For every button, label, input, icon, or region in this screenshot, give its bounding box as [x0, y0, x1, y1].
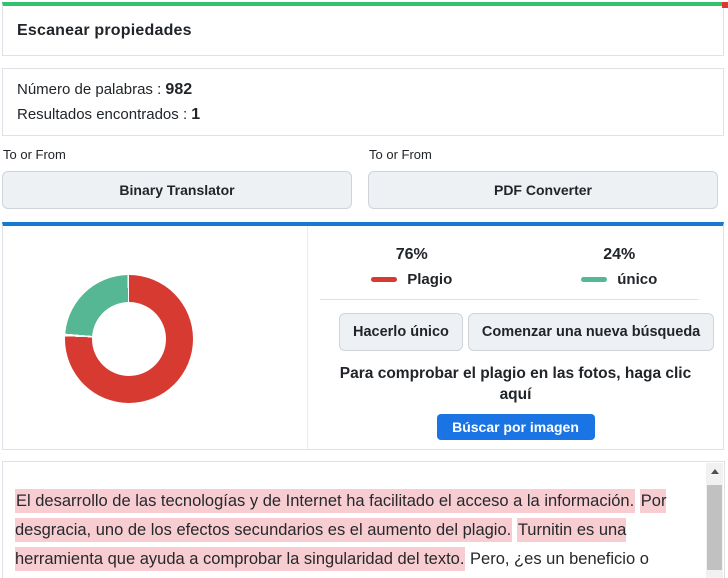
- plagiarism-percentage: 76%: [395, 246, 428, 263]
- word-count-label: Número de palabras :: [17, 81, 162, 98]
- plagiarism-results-card: 76% Plagio 24% único Hacerlo único Comen…: [2, 222, 724, 450]
- word-count-line: Número de palabras : 982: [17, 77, 709, 102]
- results-found-line: Resultados encontrados : 1: [17, 102, 709, 127]
- highlighted-sentence: El desarrollo de las tecnologías y de In…: [15, 489, 636, 513]
- scroll-up-button[interactable]: [706, 463, 723, 480]
- donut-hole: [92, 302, 166, 376]
- chart-panel: [3, 226, 308, 449]
- to-or-from-label: To or From: [3, 147, 66, 162]
- plagiarism-color-dash-icon: [371, 277, 398, 282]
- results-found-value: 1: [191, 106, 201, 123]
- binary-translator-button[interactable]: Binary Translator: [2, 171, 352, 209]
- text-box-scrollbar[interactable]: [706, 463, 723, 578]
- search-by-image-button[interactable]: Búscar por imagen: [436, 414, 595, 440]
- converter-column-pdf: To or From PDF Converter: [368, 147, 718, 209]
- donut-chart: [65, 275, 193, 403]
- scanned-text-box[interactable]: El desarrollo de las tecnologías y de In…: [2, 461, 725, 578]
- unique-percentage: 24%: [603, 246, 636, 263]
- unique-label: único: [617, 271, 658, 288]
- to-or-from-label: To or From: [369, 147, 432, 162]
- legend-item-plagiarism: Plagio: [371, 271, 452, 288]
- scrollbar-thumb[interactable]: [707, 485, 722, 570]
- plagiarism-label: Plagio: [407, 271, 453, 288]
- results-found-label: Resultados encontrados :: [17, 106, 188, 123]
- corner-red-marker: [722, 2, 728, 8]
- scan-properties-card: Escanear propiedades: [2, 2, 724, 56]
- scroll-up-arrow-icon: [710, 469, 719, 474]
- pdf-converter-button[interactable]: PDF Converter: [368, 171, 718, 209]
- legend-divider: [320, 299, 699, 300]
- make-unique-button[interactable]: Hacerlo único: [339, 313, 463, 351]
- chart-legend: 76% Plagio 24% único: [308, 246, 723, 288]
- converter-links-row: To or From Binary Translator To or From …: [2, 147, 718, 209]
- word-count-value: 982: [165, 81, 193, 98]
- unique-color-dash-icon: [581, 277, 608, 282]
- results-panel: 76% Plagio 24% único Hacerlo único Comen…: [308, 226, 723, 449]
- legend-item-unique: único: [581, 271, 657, 288]
- converter-column-binary: To or From Binary Translator: [2, 147, 352, 209]
- new-search-button[interactable]: Comenzar una nueva búsqueda: [467, 313, 715, 351]
- legend-group-unique: 24% único: [516, 246, 724, 288]
- action-buttons-row: Hacerlo único Comenzar una nueva búsqued…: [339, 313, 723, 351]
- scan-stats-card: Número de palabras : 982 Resultados enco…: [2, 68, 724, 136]
- page-title: Escanear propiedades: [17, 21, 192, 39]
- photo-plagiarism-hint: Para comprobar el plagio en las fotos, h…: [339, 365, 692, 403]
- legend-group-plagiarism: 76% Plagio: [308, 246, 516, 288]
